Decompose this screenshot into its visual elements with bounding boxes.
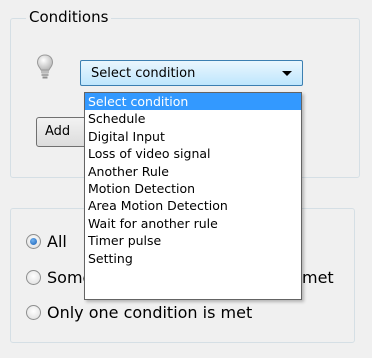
dropdown-item-timer-pulse[interactable]: Timer pulse [85,232,301,249]
chevron-down-icon[interactable] [282,71,292,76]
dropdown-item-area-motion-detection[interactable]: Area Motion Detection [85,197,301,214]
radio-button-all[interactable] [26,234,41,249]
dropdown-item-select-condition[interactable]: Select condition [85,93,301,111]
radio-button-only-one[interactable] [26,305,41,320]
dropdown-item-loss-of-video-signal[interactable]: Loss of video signal [85,145,301,162]
radio-button-some[interactable] [26,270,41,285]
dropdown-item-wait-for-another-rule[interactable]: Wait for another rule [85,215,301,232]
condition-dropdown-list[interactable]: Select condition Schedule Digital Input … [84,92,302,300]
dropdown-item-setting[interactable]: Setting [85,250,301,267]
radio-label-some-end: met [302,268,334,287]
dropdown-item-schedule[interactable]: Schedule [85,110,301,127]
radio-label-only-one: Only one condition is met [47,303,253,322]
dropdown-item-another-rule[interactable]: Another Rule [85,163,301,180]
radio-option-only-one[interactable]: Only one condition is met [26,303,252,322]
radio-label-all: All [47,232,67,251]
condition-select-value: Select condition [91,65,196,81]
condition-select[interactable]: Select condition [80,60,303,86]
light-bulb-icon [36,54,54,79]
conditions-title: Conditions [26,8,112,26]
dropdown-item-motion-detection[interactable]: Motion Detection [85,180,301,197]
dropdown-item-digital-input[interactable]: Digital Input [85,128,301,145]
radio-option-all[interactable]: All [26,232,67,251]
radio-option-some[interactable]: Some [26,268,92,287]
